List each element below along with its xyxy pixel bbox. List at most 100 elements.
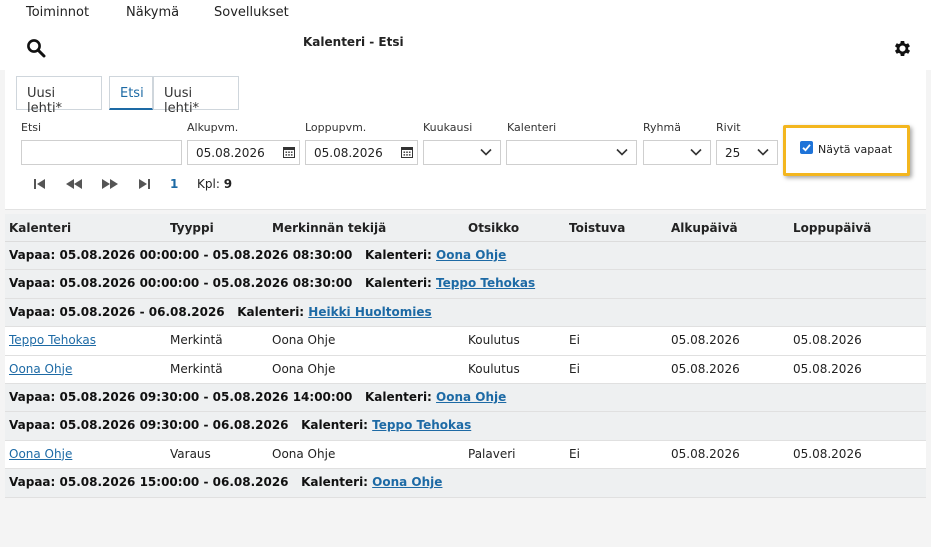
gear-icon[interactable] xyxy=(892,38,913,59)
free-time-range: Vapaa: 05.08.2026 00:00:00 - 05.08.2026 … xyxy=(9,248,353,262)
type-cell: Varaus xyxy=(170,446,211,461)
menu-item-nakyma[interactable]: Näkymä xyxy=(126,5,179,20)
search-panel: Uusi lehti* Etsi Uusi lehti* Etsi Alkupv… xyxy=(5,70,926,210)
page-title: Kalenteri - Etsi xyxy=(303,35,404,49)
free-time-row: Vapaa: 05.08.2026 00:00:00 - 05.08.2026 … xyxy=(5,270,926,299)
table-row[interactable]: Oona Ohje Varaus Oona Ohje Palaveri Ei 0… xyxy=(5,440,926,470)
free-time-text: Vapaa: 05.08.2026 09:30:00 - 05.08.2026 … xyxy=(9,390,506,404)
column-header[interactable]: Otsikko xyxy=(468,221,519,235)
calendar-link[interactable]: Teppo Tehokas xyxy=(372,418,471,432)
calendar-icon[interactable] xyxy=(401,146,413,158)
chevron-down-icon xyxy=(616,148,628,156)
type-cell: Merkintä xyxy=(170,361,223,376)
loppupvm-value: 05.08.2026 xyxy=(314,146,383,160)
recurring-cell: Ei xyxy=(569,333,580,348)
column-header[interactable]: Loppupäivä xyxy=(793,221,871,235)
column-header[interactable]: Merkinnän tekijä xyxy=(272,221,386,235)
ryhma-select[interactable] xyxy=(643,140,711,165)
tab-etsi[interactable]: Etsi xyxy=(109,76,153,110)
rivit-value: 25 xyxy=(725,146,741,160)
tab-uusi-lehti-1[interactable]: Uusi lehti* xyxy=(16,76,102,116)
column-header[interactable]: Kalenteri xyxy=(9,221,71,235)
chevron-down-icon xyxy=(480,148,492,156)
free-time-range: Vapaa: 05.08.2026 00:00:00 - 05.08.2026 … xyxy=(9,276,353,291)
start-date-cell: 05.08.2026 xyxy=(671,361,740,376)
menu-item-sovellukset[interactable]: Sovellukset xyxy=(214,5,289,20)
search-icon[interactable] xyxy=(26,38,46,58)
free-time-range: Vapaa: 05.08.2026 09:30:00 - 05.08.2026 … xyxy=(9,389,353,404)
show-free-label[interactable]: Näytä vapaat xyxy=(818,143,892,156)
author-cell: Oona Ohje xyxy=(272,361,336,376)
start-date-cell: 05.08.2026 xyxy=(671,333,740,348)
etsi-input[interactable] xyxy=(21,140,182,165)
last-page-icon[interactable] xyxy=(137,174,151,194)
free-time-range: Vapaa: 05.08.2026 15:00:00 - 06.08.2026 xyxy=(9,475,289,490)
free-time-range: Vapaa: 05.08.2026 09:30:00 - 06.08.2026 xyxy=(9,418,289,433)
first-page-icon[interactable] xyxy=(33,174,47,194)
title-cell: Palaveri xyxy=(468,446,516,461)
kuukausi-select[interactable] xyxy=(423,140,501,165)
column-header[interactable]: Alkupäivä xyxy=(671,221,738,235)
calendar-link[interactable]: Heikki Huoltomies xyxy=(308,305,431,319)
show-free-highlight: Näytä vapaat xyxy=(783,125,910,176)
column-header[interactable]: Tyyppi xyxy=(170,221,214,235)
free-time-text: Vapaa: 05.08.2026 09:30:00 - 06.08.2026 … xyxy=(9,418,471,432)
calendar-icon[interactable] xyxy=(283,146,295,158)
calendar-label: Kalenteri: xyxy=(364,389,432,404)
menu-item-toiminnot[interactable]: Toiminnot xyxy=(26,5,89,20)
table-row[interactable]: Teppo Tehokas Merkintä Oona Ohje Koulutu… xyxy=(5,327,926,356)
free-time-row: Vapaa: 05.08.2026 00:00:00 - 05.08.2026 … xyxy=(5,242,926,271)
calendar-link[interactable]: Oona Ohje xyxy=(372,475,442,489)
calendar-link[interactable]: Oona Ohje xyxy=(436,390,506,404)
alkupvm-label: Alkupvm. xyxy=(187,121,239,134)
calendar-link[interactable]: Teppo Tehokas xyxy=(9,333,96,347)
recurring-cell: Ei xyxy=(569,361,580,376)
free-time-row: Vapaa: 05.08.2026 09:30:00 - 05.08.2026 … xyxy=(5,383,926,413)
start-date-cell: 05.08.2026 xyxy=(671,446,740,461)
previous-page-icon[interactable] xyxy=(65,174,83,194)
show-free-checkbox[interactable] xyxy=(800,141,813,154)
end-date-cell: 05.08.2026 xyxy=(793,446,862,461)
current-page[interactable]: 1 xyxy=(170,177,178,191)
tab-uusi-lehti-2[interactable]: Uusi lehti* xyxy=(153,76,239,116)
author-cell: Oona Ohje xyxy=(272,333,336,348)
free-time-row: Vapaa: 05.08.2026 - 06.08.2026 Kalenteri… xyxy=(5,298,926,328)
row-count-value: 9 xyxy=(223,177,233,191)
kalenteri-select[interactable] xyxy=(506,140,637,165)
row-count: Kpl: 9 xyxy=(197,177,232,191)
alkupvm-input[interactable]: 05.08.2026 xyxy=(187,140,300,165)
chevron-down-icon xyxy=(690,148,702,156)
rivit-label: Rivit xyxy=(716,121,741,134)
table-header: Kalenteri Tyyppi Merkinnän tekijä Otsikk… xyxy=(5,214,926,242)
end-date-cell: 05.08.2026 xyxy=(793,333,862,348)
loppupvm-label: Loppupvm. xyxy=(305,121,367,134)
free-time-text: Vapaa: 05.08.2026 00:00:00 - 05.08.2026 … xyxy=(9,248,506,262)
column-header[interactable]: Toistuva xyxy=(569,221,625,235)
free-time-row: Vapaa: 05.08.2026 09:30:00 - 06.08.2026 … xyxy=(5,412,926,441)
calendar-label: Kalenteri: xyxy=(237,304,305,319)
alkupvm-value: 05.08.2026 xyxy=(196,146,265,160)
free-time-text: Vapaa: 05.08.2026 00:00:00 - 05.08.2026 … xyxy=(9,276,535,290)
menu-bar: Toiminnot Näkymä Sovellukset xyxy=(0,0,931,28)
calendar-label: Kalenteri: xyxy=(301,475,368,490)
author-cell: Oona Ohje xyxy=(272,446,336,461)
ryhma-label: Ryhmä xyxy=(643,121,681,134)
type-cell: Merkintä xyxy=(170,333,223,348)
title-cell: Koulutus xyxy=(468,361,520,376)
free-time-range: Vapaa: 05.08.2026 - 06.08.2026 xyxy=(9,304,225,319)
table-row[interactable]: Oona Ohje Merkintä Oona Ohje Koulutus Ei… xyxy=(5,355,926,384)
chevron-down-icon xyxy=(757,148,769,156)
loppupvm-input[interactable]: 05.08.2026 xyxy=(305,140,418,165)
results-table: Kalenteri Tyyppi Merkinnän tekijä Otsikk… xyxy=(5,214,926,498)
free-time-row: Vapaa: 05.08.2026 15:00:00 - 06.08.2026 … xyxy=(5,469,926,498)
etsi-label: Etsi xyxy=(21,121,42,134)
calendar-label: Kalenteri: xyxy=(301,418,368,433)
rivit-select[interactable]: 25 xyxy=(716,140,778,165)
end-date-cell: 05.08.2026 xyxy=(793,361,862,376)
next-page-icon[interactable] xyxy=(101,174,119,194)
calendar-link[interactable]: Oona Ohje xyxy=(9,447,72,461)
calendar-link[interactable]: Oona Ohje xyxy=(436,248,506,262)
free-time-text: Vapaa: 05.08.2026 15:00:00 - 06.08.2026 … xyxy=(9,475,442,489)
calendar-link[interactable]: Oona Ohje xyxy=(9,362,72,376)
calendar-link[interactable]: Teppo Tehokas xyxy=(436,276,535,290)
